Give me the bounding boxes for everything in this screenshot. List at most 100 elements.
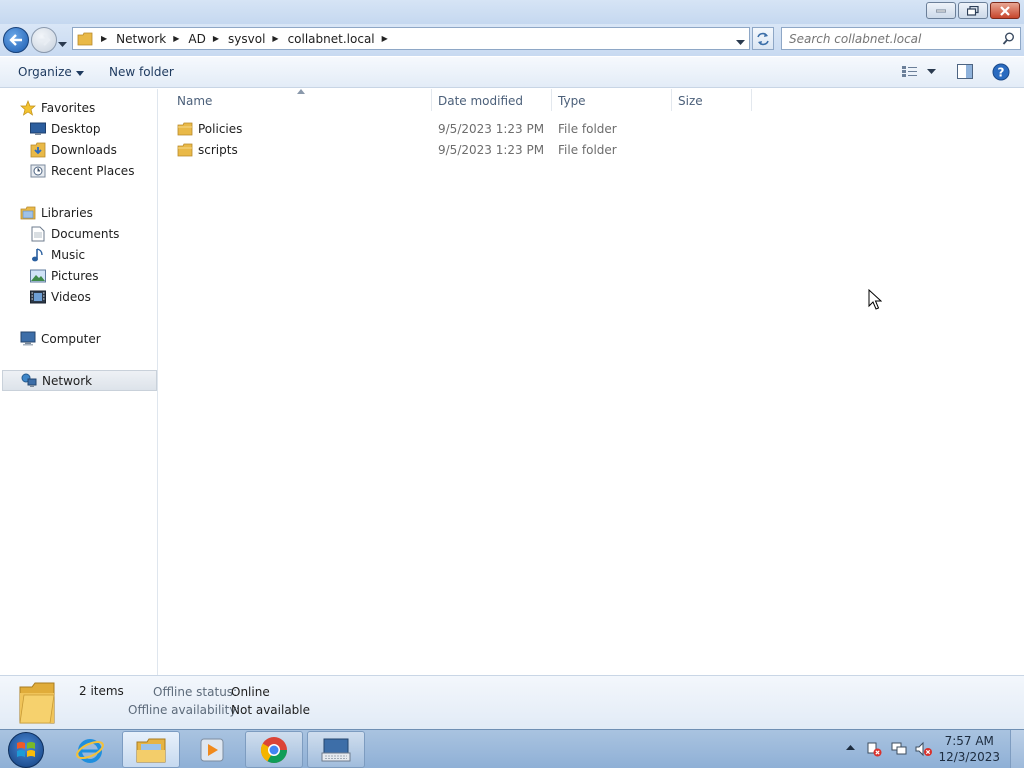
taskbar-media-player[interactable] bbox=[183, 731, 241, 768]
keyboard-icon bbox=[321, 738, 351, 761]
start-button[interactable] bbox=[8, 732, 44, 768]
computer-icon bbox=[20, 331, 36, 346]
file-row-scripts[interactable]: scripts 9/5/2023 1:23 PM File folder bbox=[159, 140, 1024, 161]
desktop-icon bbox=[30, 122, 46, 135]
nav-documents[interactable]: Documents bbox=[30, 223, 119, 244]
close-button[interactable] bbox=[990, 2, 1020, 19]
search-input[interactable] bbox=[789, 31, 999, 46]
clock-time: 7:57 AM bbox=[944, 734, 994, 748]
taskbar-internet-explorer[interactable] bbox=[61, 731, 119, 768]
file-type: File folder bbox=[558, 122, 617, 136]
column-divider[interactable] bbox=[431, 89, 432, 111]
column-divider[interactable] bbox=[751, 89, 752, 111]
file-date: 9/5/2023 1:23 PM bbox=[438, 122, 545, 136]
nav-computer[interactable]: Computer bbox=[20, 328, 101, 349]
libraries-icon bbox=[20, 206, 36, 219]
taskbar-chrome[interactable] bbox=[245, 731, 303, 768]
breadcrumb-sysvol[interactable]: sysvol ▶ bbox=[228, 32, 288, 46]
details-pane: 2 items Offline status: Online Offline a… bbox=[0, 675, 1024, 729]
nav-downloads[interactable]: Downloads bbox=[30, 139, 117, 160]
column-divider[interactable] bbox=[671, 89, 672, 111]
column-date-modified[interactable]: Date modified bbox=[438, 94, 523, 108]
command-bar: Organize New folder ? bbox=[0, 57, 1024, 88]
chevron-down-icon[interactable] bbox=[927, 69, 936, 75]
taskbar-on-screen-keyboard[interactable] bbox=[307, 731, 365, 768]
address-row: ▶ Network ▶ AD ▶ sysvol ▶ collabnet.local ▶ bbox=[0, 24, 1024, 56]
chevron-down-icon bbox=[75, 71, 84, 76]
back-button[interactable] bbox=[3, 27, 29, 53]
music-icon bbox=[32, 247, 43, 261]
column-type[interactable]: Type bbox=[558, 94, 586, 108]
search-icon[interactable] bbox=[1002, 32, 1015, 45]
breadcrumb-network[interactable]: Network ▶ bbox=[116, 32, 188, 46]
minimize-button[interactable] bbox=[926, 2, 956, 19]
breadcrumb-collabnet[interactable]: collabnet.local ▶ bbox=[288, 32, 397, 46]
nav-favorites[interactable]: Favorites bbox=[20, 97, 95, 118]
downloads-icon bbox=[30, 142, 46, 157]
nav-libraries[interactable]: Libraries bbox=[20, 202, 93, 223]
action-center-icon[interactable] bbox=[866, 741, 882, 757]
file-type: File folder bbox=[558, 143, 617, 157]
view-list-icon[interactable] bbox=[902, 64, 918, 78]
chevron-down-icon bbox=[58, 42, 67, 47]
internet-explorer-icon bbox=[76, 738, 104, 763]
forward-button[interactable] bbox=[31, 27, 57, 53]
address-bar[interactable]: ▶ Network ▶ AD ▶ sysvol ▶ collabnet.local ▶ bbox=[72, 27, 750, 50]
column-size[interactable]: Size bbox=[678, 94, 703, 108]
folder-icon bbox=[77, 32, 93, 45]
offline-status-value: Online bbox=[231, 685, 270, 699]
videos-icon bbox=[30, 290, 46, 303]
folder-icon bbox=[177, 143, 193, 157]
window-controls bbox=[926, 2, 1020, 19]
organize-button[interactable]: Organize bbox=[18, 65, 84, 79]
column-divider[interactable] bbox=[551, 89, 552, 111]
navigation-pane: Favorites Desktop Downloads Recent Place… bbox=[0, 89, 158, 675]
restore-button[interactable] bbox=[958, 2, 988, 19]
item-count: 2 items bbox=[79, 684, 124, 698]
network-status-icon[interactable] bbox=[891, 741, 907, 757]
recent-pages-dropdown[interactable] bbox=[58, 37, 67, 51]
windows-logo-icon bbox=[17, 742, 35, 757]
network-icon bbox=[21, 373, 37, 387]
arrow-left-icon bbox=[9, 34, 22, 46]
nav-recent-places[interactable]: Recent Places bbox=[30, 160, 134, 181]
clock-date: 12/3/2023 bbox=[938, 750, 1000, 764]
file-name: scripts bbox=[198, 143, 238, 157]
refresh-button[interactable] bbox=[752, 27, 774, 50]
show-desktop-button[interactable] bbox=[1010, 730, 1024, 768]
nav-network[interactable]: Network bbox=[2, 370, 157, 391]
windows-explorer-icon bbox=[136, 738, 166, 762]
nav-videos[interactable]: Videos bbox=[30, 286, 91, 307]
search-box[interactable] bbox=[781, 27, 1021, 50]
volume-muted-icon[interactable] bbox=[915, 741, 933, 757]
address-history-dropdown[interactable] bbox=[736, 35, 745, 49]
help-icon[interactable]: ? bbox=[992, 63, 1010, 81]
recent-places-icon bbox=[30, 164, 46, 177]
refresh-icon bbox=[757, 32, 769, 45]
folder-icon bbox=[177, 122, 193, 136]
offline-status-label: Offline status: bbox=[153, 685, 238, 699]
nav-pictures[interactable]: Pictures bbox=[30, 265, 99, 286]
preview-pane-icon[interactable] bbox=[957, 64, 973, 79]
file-name: Policies bbox=[198, 122, 243, 136]
column-name[interactable]: Name bbox=[177, 94, 212, 108]
offline-availability-label: Offline availability: bbox=[128, 703, 240, 717]
mouse-pointer-icon bbox=[868, 289, 882, 310]
nav-desktop[interactable]: Desktop bbox=[30, 118, 101, 139]
nav-music[interactable]: Music bbox=[30, 244, 85, 265]
title-bar bbox=[0, 0, 1024, 24]
restore-icon bbox=[967, 5, 979, 16]
minimize-icon bbox=[936, 9, 946, 12]
file-date: 9/5/2023 1:23 PM bbox=[438, 143, 545, 157]
file-row-policies[interactable]: Policies 9/5/2023 1:23 PM File folder bbox=[159, 119, 1024, 140]
new-folder-button[interactable]: New folder bbox=[109, 65, 174, 79]
breadcrumb-ad[interactable]: AD ▶ bbox=[188, 32, 228, 46]
show-hidden-icons-button[interactable] bbox=[846, 745, 855, 751]
star-icon bbox=[20, 99, 36, 116]
taskbar: 7:57 AM 12/3/2023 bbox=[0, 729, 1024, 768]
chrome-icon bbox=[260, 736, 288, 763]
taskbar-windows-explorer[interactable] bbox=[122, 731, 180, 768]
system-clock[interactable]: 7:57 AM 12/3/2023 bbox=[938, 733, 1000, 765]
sort-ascending-icon bbox=[297, 89, 305, 94]
column-header: Name Date modified Type Size bbox=[159, 89, 1024, 113]
